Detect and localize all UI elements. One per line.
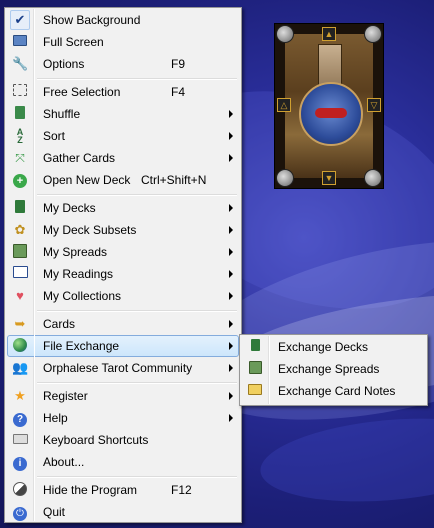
menu-item-open-new-deck[interactable]: + Open New Deck Ctrl+Shift+N: [7, 169, 239, 191]
submenu-arrow-icon: [229, 248, 233, 256]
menu-item-options[interactable]: 🔧 Options F9: [7, 53, 239, 75]
submenu-arrow-icon: [229, 226, 233, 234]
menu-item-my-spreads[interactable]: My Spreads: [7, 241, 239, 263]
submenu-arrow-icon: [229, 320, 233, 328]
book-icon: [12, 266, 28, 282]
checkmark-icon: ✔: [10, 10, 30, 30]
menu-separator: [37, 382, 237, 384]
card-corner-orb: [364, 169, 382, 187]
card-corner-orb: [276, 25, 294, 43]
shuffle-icon: [12, 106, 28, 122]
card-rotate-right-icon[interactable]: ▽: [367, 98, 381, 112]
card-rotate-down-icon[interactable]: ▼: [322, 171, 336, 185]
menu-separator: [37, 78, 237, 80]
wrench-icon: 🔧: [12, 56, 29, 71]
submenu-arrow-icon: [229, 364, 233, 372]
submenu-arrow-icon: [229, 110, 233, 118]
submenu-item-exchange-spreads[interactable]: Exchange Spreads: [242, 358, 424, 380]
spread-grid-icon: [12, 244, 28, 260]
help-icon: ?: [12, 410, 28, 427]
file-exchange-submenu: Exchange Decks Exchange Spreads Exchange…: [239, 334, 428, 406]
heart-icon: ♥: [16, 288, 24, 303]
submenu-arrow-icon: [229, 204, 233, 212]
card-rotate-up-icon[interactable]: ▲: [322, 27, 336, 41]
flower-icon: ✿: [14, 222, 26, 237]
deck-icon: [12, 200, 28, 216]
globe-icon: [12, 338, 28, 354]
menu-item-keyboard-shortcuts[interactable]: Keyboard Shortcuts: [7, 429, 239, 451]
menu-separator: [37, 194, 237, 196]
star-icon: ★: [14, 388, 26, 403]
submenu-arrow-icon: [229, 132, 233, 140]
submenu-arrow-icon: [229, 392, 233, 400]
cards-arrow-icon: ➥: [14, 316, 26, 331]
menu-item-my-readings[interactable]: My Readings: [7, 263, 239, 285]
monitor-icon: [12, 34, 28, 50]
menu-item-full-screen[interactable]: Full Screen: [7, 31, 239, 53]
community-icon: 👥: [12, 360, 29, 375]
menu-item-my-collections[interactable]: ♥ My Collections: [7, 285, 239, 307]
hide-icon: [12, 482, 28, 498]
background-swirl: [257, 408, 434, 512]
menu-item-cards[interactable]: ➥ Cards: [7, 313, 239, 335]
exchange-decks-icon: [247, 339, 263, 355]
menu-item-free-selection[interactable]: Free Selection F4: [7, 81, 239, 103]
menu-item-show-background[interactable]: ✔ Show Background: [7, 9, 239, 31]
card-mask-image: [315, 108, 347, 118]
keyboard-icon: [12, 432, 28, 448]
menu-separator: [37, 310, 237, 312]
submenu-arrow-icon: [229, 292, 233, 300]
tarot-card[interactable]: ▲ △ ▽ ▼: [274, 23, 384, 189]
menu-item-register[interactable]: ★ Register: [7, 385, 239, 407]
submenu-arrow-icon: [229, 414, 233, 422]
menu-item-my-decks[interactable]: My Decks: [7, 197, 239, 219]
menu-item-my-deck-subsets[interactable]: ✿ My Deck Subsets: [7, 219, 239, 241]
menu-item-orphalese-community[interactable]: 👥 Orphalese Tarot Community: [7, 357, 239, 379]
card-rotate-left-icon[interactable]: △: [277, 98, 291, 112]
menu-item-hide-program[interactable]: Hide the Program F12: [7, 479, 239, 501]
card-corner-orb: [364, 25, 382, 43]
submenu-arrow-icon: [229, 342, 233, 350]
add-circle-icon: +: [12, 172, 28, 188]
gather-icon: ⤧: [15, 151, 25, 165]
tarot-card-artwork: [285, 34, 373, 178]
sort-az-icon: AZ: [16, 127, 24, 145]
submenu-arrow-icon: [229, 154, 233, 162]
power-icon: ⏻: [12, 504, 28, 521]
card-corner-orb: [276, 169, 294, 187]
menu-item-file-exchange[interactable]: File Exchange: [7, 335, 239, 357]
card-orb-image: [299, 82, 363, 146]
submenu-item-exchange-card-notes[interactable]: Exchange Card Notes: [242, 380, 424, 402]
submenu-arrow-icon: [229, 270, 233, 278]
menu-item-quit[interactable]: ⏻ Quit: [7, 501, 239, 523]
info-icon: i: [12, 454, 28, 471]
selection-icon: [12, 84, 28, 100]
menu-item-help[interactable]: ? Help: [7, 407, 239, 429]
exchange-spreads-icon: [247, 361, 263, 377]
context-menu: ✔ Show Background Full Screen 🔧 Options …: [4, 7, 242, 523]
menu-item-shuffle[interactable]: Shuffle: [7, 103, 239, 125]
menu-separator: [37, 476, 237, 478]
menu-item-gather-cards[interactable]: ⤧ Gather Cards: [7, 147, 239, 169]
submenu-item-exchange-decks[interactable]: Exchange Decks: [242, 336, 424, 358]
menu-item-about[interactable]: i About...: [7, 451, 239, 473]
exchange-notes-icon: [247, 383, 263, 399]
menu-item-sort[interactable]: AZ Sort: [7, 125, 239, 147]
